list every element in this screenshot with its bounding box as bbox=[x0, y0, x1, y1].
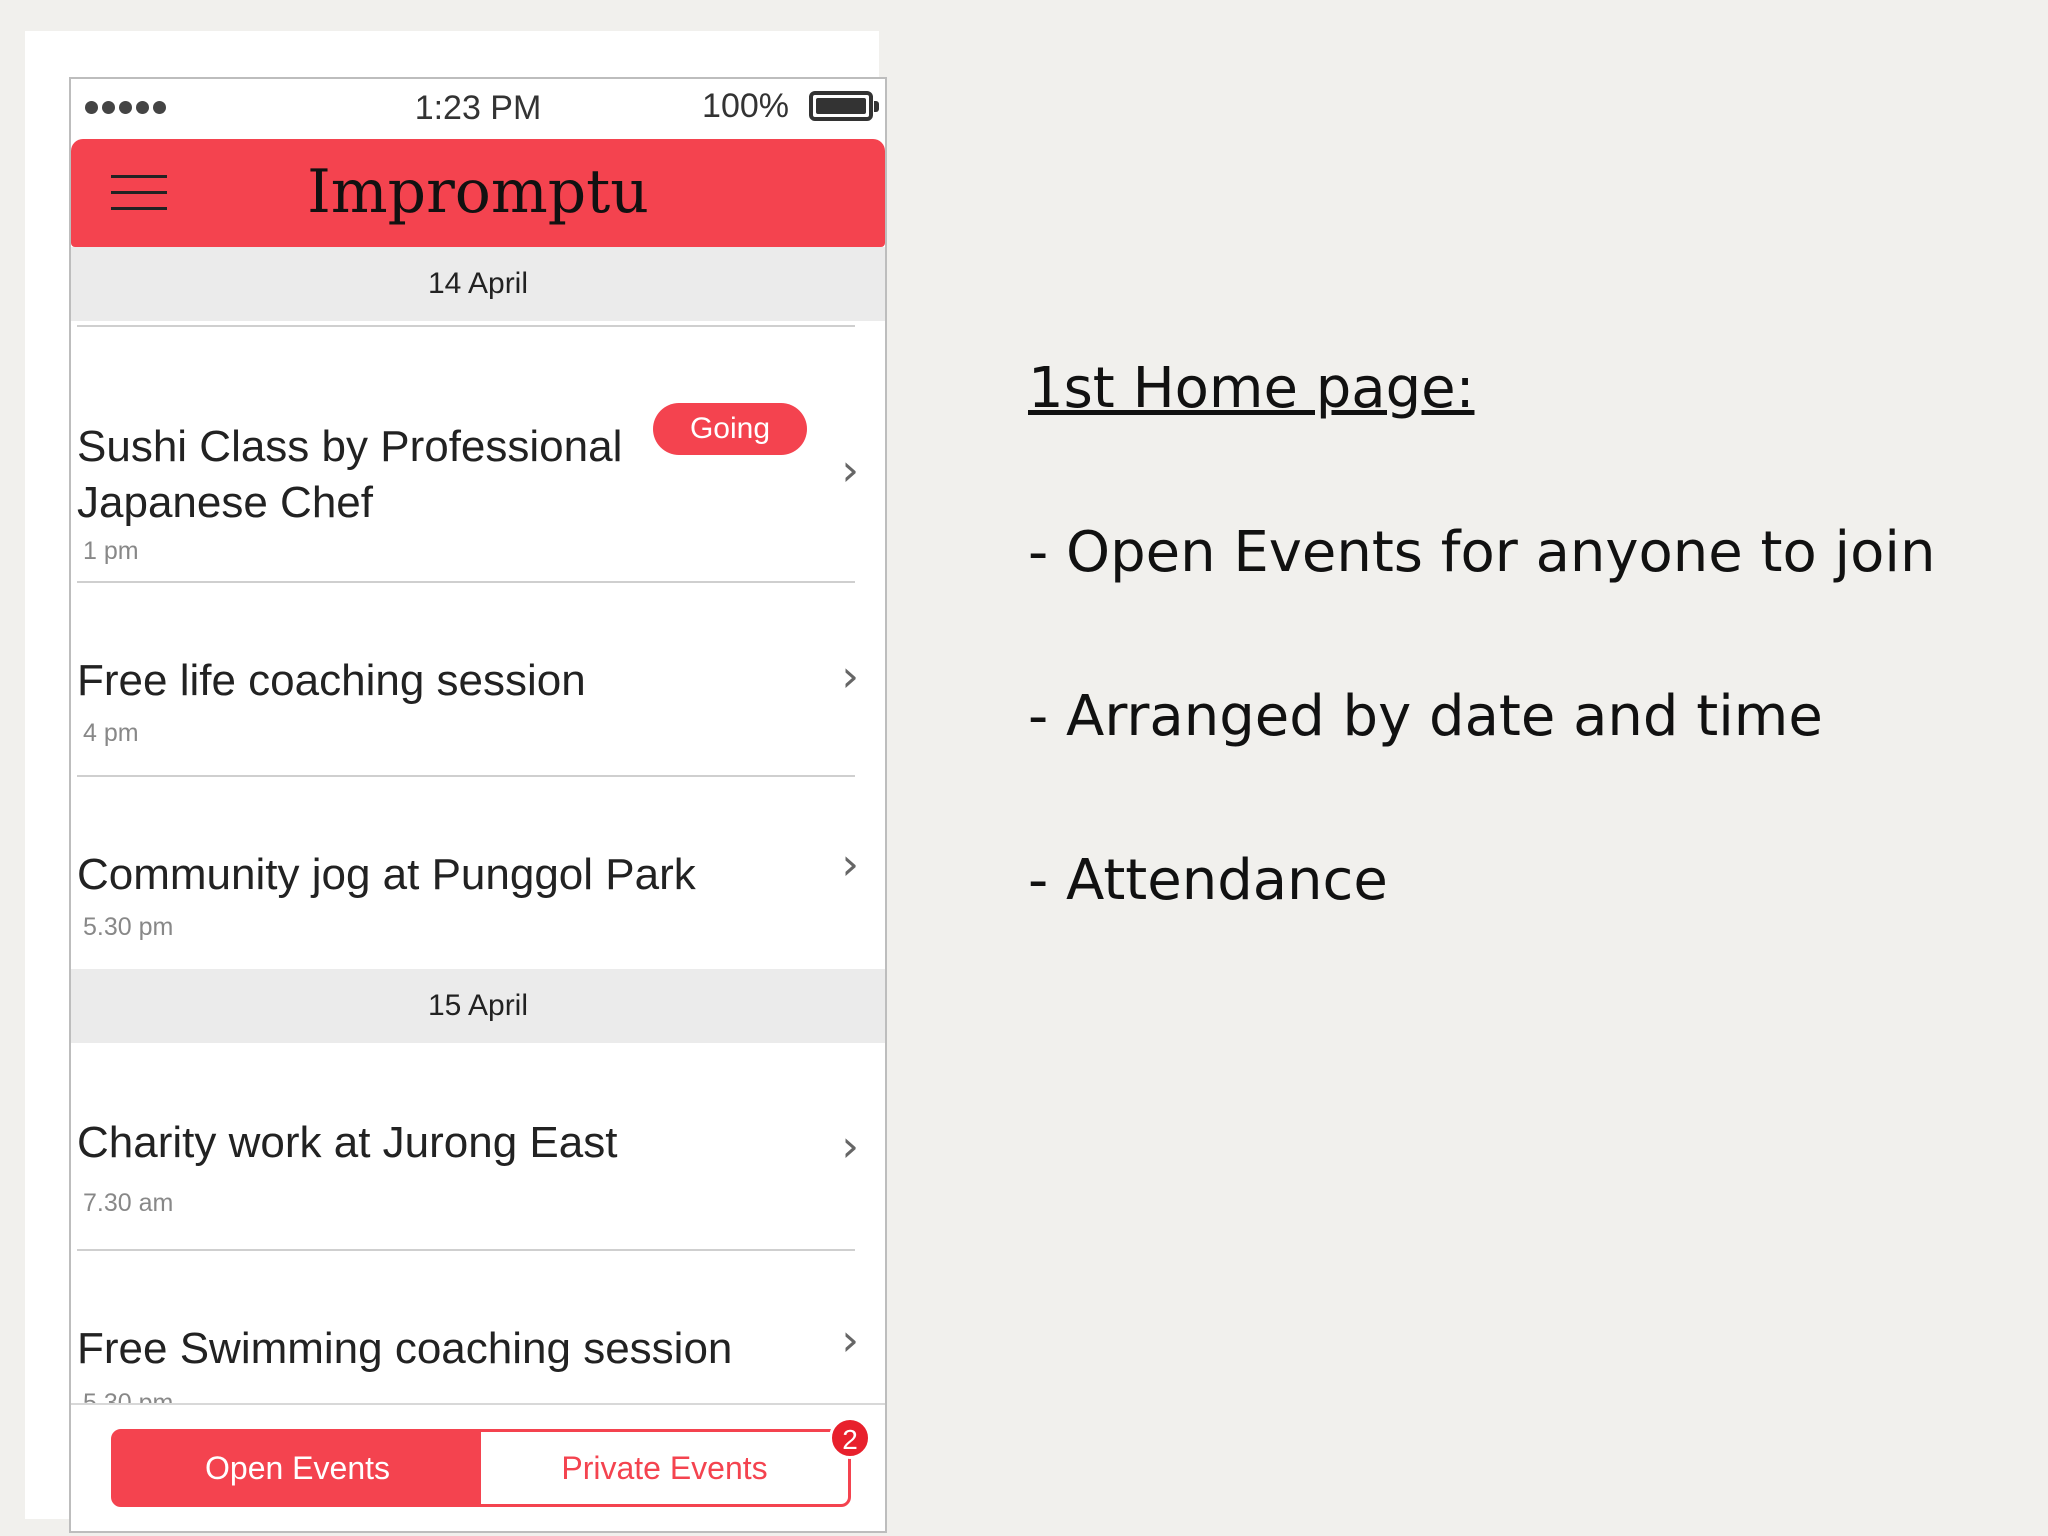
note-point: - Open Events for anyone to join bbox=[1028, 520, 1936, 585]
note-point: - Attendance bbox=[1028, 848, 1388, 913]
event-time: 7.30 am bbox=[83, 1189, 174, 1217]
status-bar: 1:23 PM 100% bbox=[71, 79, 885, 137]
battery-percent: 100% bbox=[702, 87, 789, 125]
section-header-15-april: 15 April bbox=[71, 969, 885, 1043]
app-header: Impromptu bbox=[71, 139, 885, 247]
chevron-right-icon: › bbox=[841, 445, 859, 496]
app-title: Impromptu bbox=[307, 157, 649, 227]
chevron-right-icon: › bbox=[841, 1315, 859, 1366]
battery-full-icon bbox=[809, 91, 879, 121]
phone-screen: 1:23 PM 100% Impromptu 14 April Sushi Cl… bbox=[69, 77, 887, 1533]
tab-private-events[interactable]: Private Events bbox=[481, 1432, 848, 1504]
event-time: 1 pm bbox=[83, 537, 139, 565]
chevron-right-icon: › bbox=[841, 1121, 859, 1172]
tab-open-events[interactable]: Open Events bbox=[114, 1432, 481, 1504]
event-item-charity-work[interactable]: Charity work at Jurong East 7.30 am › bbox=[71, 1043, 885, 1249]
event-item-community-jog[interactable]: Community jog at Punggol Park 5.30 pm › bbox=[71, 777, 885, 969]
events-segmented-control: Open Events Private Events bbox=[111, 1429, 851, 1507]
event-item-life-coaching[interactable]: Free life coaching session 4 pm › bbox=[71, 583, 885, 777]
event-title: Free life coaching session bbox=[77, 656, 586, 705]
section-header-14-april: 14 April bbox=[71, 247, 885, 321]
event-title: Free Swimming coaching session bbox=[77, 1324, 733, 1373]
private-events-count-badge: 2 bbox=[829, 1417, 871, 1459]
event-time: 4 pm bbox=[83, 719, 139, 747]
chevron-right-icon: › bbox=[841, 839, 859, 890]
event-title: Community jog at Punggol Park bbox=[77, 850, 696, 899]
going-status-badge: Going bbox=[653, 403, 807, 455]
event-title-line2: Japanese Chef bbox=[77, 478, 373, 527]
bottom-tab-bar: Open Events Private Events 2 bbox=[71, 1403, 885, 1531]
event-title: Charity work at Jurong East bbox=[77, 1118, 618, 1167]
event-time: 5.30 pm bbox=[83, 913, 174, 941]
event-title-line1: Sushi Class by Professional bbox=[77, 422, 623, 471]
phone-mockup-frame: 1:23 PM 100% Impromptu 14 April Sushi Cl… bbox=[25, 31, 887, 1533]
notes-title: 1st Home page: bbox=[1028, 356, 1475, 421]
note-point: - Arranged by date and time bbox=[1028, 684, 1823, 749]
chevron-right-icon: › bbox=[841, 651, 859, 702]
